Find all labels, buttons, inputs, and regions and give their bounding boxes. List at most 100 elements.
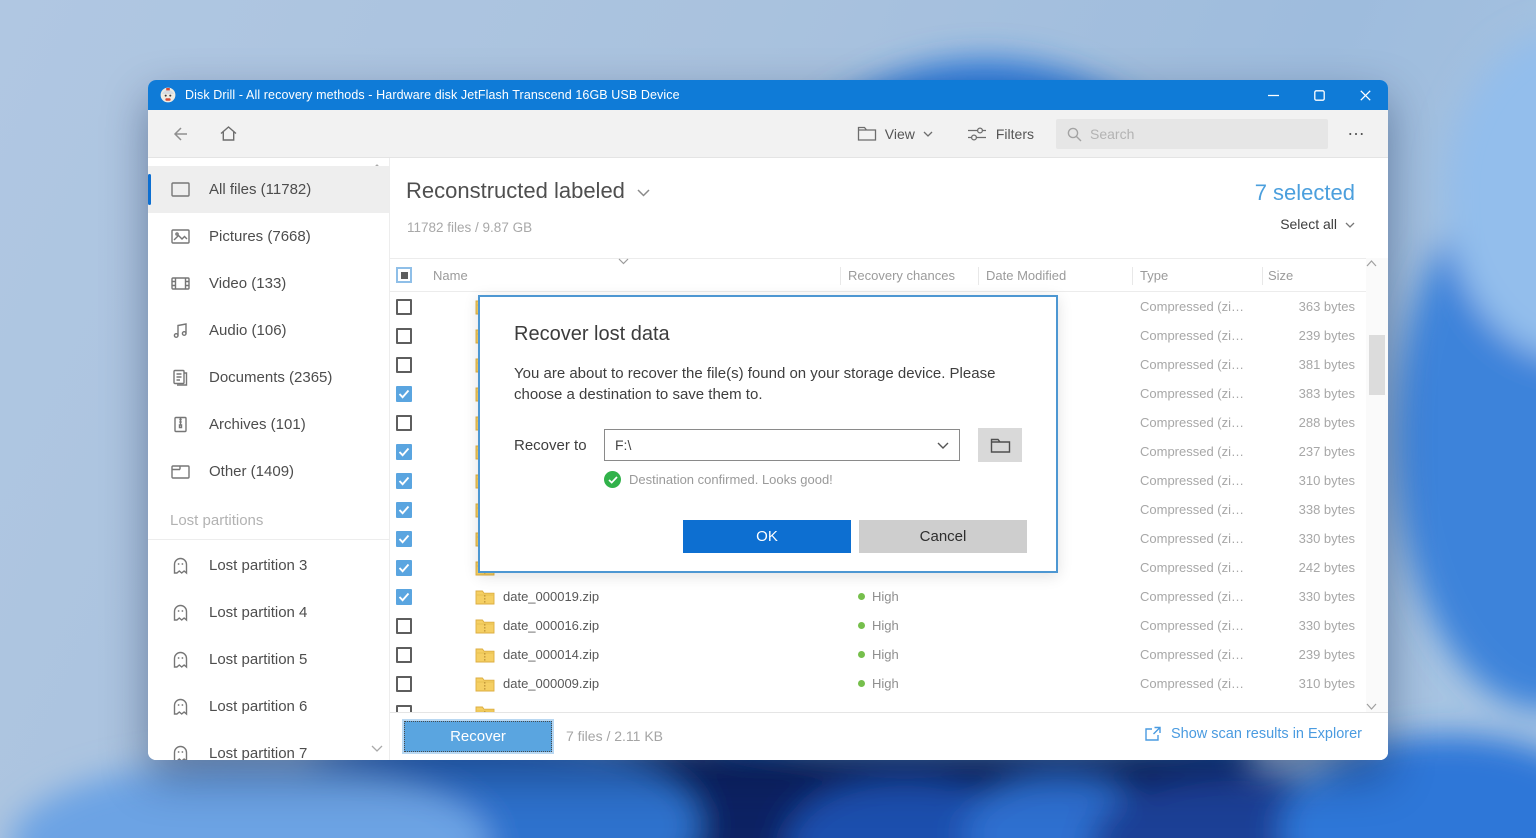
row-checkbox[interactable] [396, 646, 412, 663]
sidebar-item-lost-partition[interactable]: Lost partition 6 [148, 683, 389, 730]
cancel-button[interactable]: Cancel [859, 520, 1027, 553]
home-button[interactable] [210, 123, 246, 144]
sidebar-item-label: Pictures (7668) [209, 228, 311, 245]
recovery-chance: High [872, 589, 899, 604]
disk-drill-window: Disk Drill - All recovery methods - Hard… [148, 80, 1388, 760]
zip-file-icon [475, 589, 495, 605]
recovery-high-dot [858, 680, 865, 687]
file-name: date_000016.zip [503, 618, 600, 633]
row-checkbox[interactable] [396, 675, 412, 692]
search-icon [1067, 127, 1082, 141]
ok-button[interactable]: OK [683, 520, 851, 553]
file-size: 383 bytes [1298, 386, 1355, 401]
sidebar-item-video[interactable]: Video (133) [148, 260, 389, 307]
table-row[interactable]: date_000016.zip High Compressed (zi… 330… [390, 611, 1366, 640]
scan-session-selector[interactable]: Reconstructed labeled [406, 178, 650, 204]
recover-to-label: Recover to [514, 437, 587, 454]
all-files-icon [170, 179, 192, 201]
select-all-checkbox[interactable] [396, 267, 412, 283]
recovery-high-dot [858, 593, 865, 600]
sidebar-item-lost-partition[interactable]: Lost partition 4 [148, 589, 389, 636]
scroll-down-icon[interactable] [1366, 703, 1377, 710]
column-header-name[interactable]: Name [433, 268, 840, 283]
row-checkbox[interactable] [396, 559, 412, 576]
sidebar-item-all-files[interactable]: All files (11782) [148, 166, 389, 213]
table-row[interactable] [390, 698, 1366, 712]
row-checkbox[interactable] [396, 298, 412, 315]
row-checkbox[interactable] [396, 385, 412, 402]
sidebar-item-pictures[interactable]: Pictures (7668) [148, 213, 389, 260]
sidebar-item-archives[interactable]: Archives (101) [148, 401, 389, 448]
sidebar-item-lost-partition[interactable]: Lost partition 3 [148, 542, 389, 589]
select-all-dropdown[interactable]: Select all [1280, 216, 1355, 232]
table-row[interactable]: date_000009.zip High Compressed (zi… 310… [390, 669, 1366, 698]
table-row[interactable]: date_000019.zip High Compressed (zi… 330… [390, 582, 1366, 611]
back-button[interactable] [162, 124, 198, 144]
sidebar-partition-list: Lost partition 3 Lost partition 4 Lost p… [148, 540, 389, 760]
view-button[interactable]: View [857, 125, 933, 142]
row-checkbox[interactable] [396, 530, 412, 547]
sort-direction-icon[interactable] [618, 258, 629, 265]
maximize-button[interactable] [1296, 80, 1342, 110]
row-checkbox[interactable] [396, 327, 412, 344]
recovery-chance: High [872, 618, 899, 633]
sidebar-item-audio[interactable]: Audio (106) [148, 307, 389, 354]
row-checkbox[interactable] [396, 704, 412, 712]
recovery-chance: High [872, 676, 899, 691]
file-size: 239 bytes [1298, 328, 1355, 343]
destination-combobox[interactable]: F:\ [604, 429, 960, 461]
file-size: 330 bytes [1298, 618, 1355, 633]
row-checkbox[interactable] [396, 588, 412, 605]
sidebar-item-label: Lost partition 6 [209, 698, 308, 715]
column-header-date-modified[interactable]: Date Modified [978, 268, 1132, 283]
recover-button[interactable]: Recover [404, 721, 552, 752]
row-checkbox[interactable] [396, 356, 412, 373]
video-icon [170, 273, 192, 295]
sidebar-item-documents[interactable]: Documents (2365) [148, 354, 389, 401]
file-size: 310 bytes [1298, 676, 1355, 691]
zip-file-icon [475, 705, 495, 712]
ghost-icon [170, 649, 192, 671]
close-button[interactable] [1342, 80, 1388, 110]
other-icon [170, 461, 192, 483]
chevron-down-icon [937, 442, 949, 449]
file-name: date_000014.zip [503, 647, 600, 662]
filters-label: Filters [995, 125, 1034, 142]
row-checkbox[interactable] [396, 472, 412, 489]
sidebar-item-lost-partition[interactable]: Lost partition 7 [148, 730, 389, 760]
column-header-size[interactable]: Size [1262, 268, 1355, 283]
vertical-scrollbar[interactable] [1366, 258, 1388, 712]
file-type: Compressed (zi… [1140, 676, 1245, 691]
file-type: Compressed (zi… [1140, 357, 1245, 372]
sidebar-item-label: Documents (2365) [209, 369, 333, 386]
sidebar-scroll-down-icon[interactable] [371, 745, 383, 752]
search-box[interactable] [1056, 118, 1328, 149]
sidebar-item-label: Lost partition 3 [209, 557, 308, 574]
minimize-button[interactable] [1250, 80, 1296, 110]
row-checkbox[interactable] [396, 443, 412, 460]
search-input[interactable] [1090, 125, 1310, 142]
scroll-up-icon[interactable] [1366, 260, 1377, 267]
show-scan-results-link[interactable]: Show scan results in Explorer [1144, 726, 1362, 742]
sidebar-item-lost-partition[interactable]: Lost partition 5 [148, 636, 389, 683]
archives-icon [170, 414, 192, 436]
sidebar-item-label: Lost partition 4 [209, 604, 308, 621]
sidebar-item-other[interactable]: Other (1409) [148, 448, 389, 495]
scrollbar-thumb[interactable] [1369, 335, 1385, 395]
more-options-button[interactable]: … [1340, 119, 1374, 148]
file-type: Compressed (zi… [1140, 502, 1245, 517]
window-title: Disk Drill - All recovery methods - Hard… [185, 88, 680, 102]
dialog-message: You are about to recover the file(s) fou… [514, 365, 996, 403]
row-checkbox[interactable] [396, 414, 412, 431]
sidebar: All files (11782) Pictures (7668) Video … [148, 158, 390, 760]
filters-button[interactable]: Filters [967, 125, 1034, 143]
select-all-label: Select all [1280, 216, 1337, 232]
row-checkbox[interactable] [396, 617, 412, 634]
column-header-type[interactable]: Type [1132, 268, 1262, 283]
column-header-recovery-chances[interactable]: Recovery chances [840, 268, 978, 283]
recovery-chance: High [872, 647, 899, 662]
table-row[interactable]: date_000014.zip High Compressed (zi… 239… [390, 640, 1366, 669]
content-header: Reconstructed labeled 11782 files / 9.87… [390, 158, 1388, 258]
browse-folder-button[interactable] [978, 428, 1022, 462]
row-checkbox[interactable] [396, 501, 412, 518]
